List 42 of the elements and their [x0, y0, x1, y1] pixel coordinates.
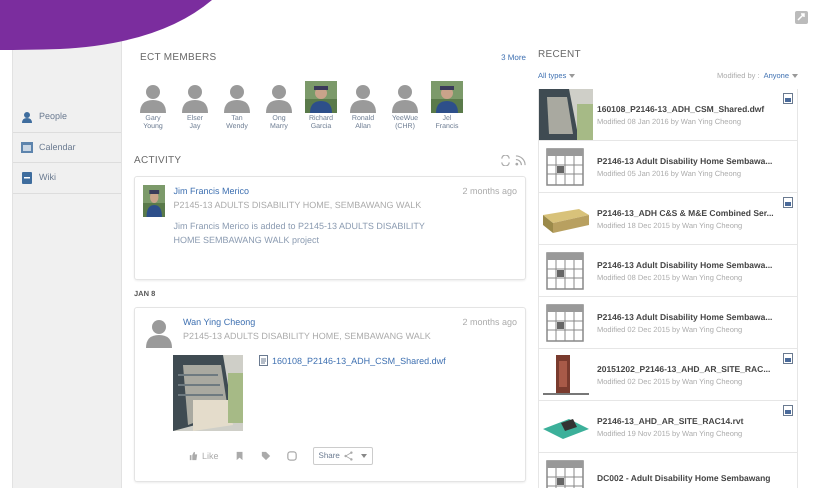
section-title: ACTIVITY [134, 154, 182, 168]
person-icon [21, 110, 33, 123]
rss-icon[interactable] [515, 155, 526, 166]
refresh-icon[interactable] [500, 155, 511, 166]
author-link[interactable]: Wan Ying Cheong [183, 316, 256, 330]
tag-icon[interactable] [260, 451, 271, 462]
section-title: ECT MEMBERS [139, 51, 216, 65]
file-name: P2146-13 Adult Disability Home Sembawa... [597, 154, 772, 168]
activity-text: Jim Francis Merico is added to P2145-13 ADULTS DISABILITY HOME SEMBAWANG WALK project [173, 220, 426, 247]
sidebar-item-label: People [39, 110, 68, 123]
timestamp: 2 months ago [462, 316, 517, 330]
sidebar-item[interactable]: Calendar [13, 132, 121, 163]
file-icon [259, 355, 268, 366]
more-link[interactable]: 3 More [501, 52, 526, 64]
book-icon [21, 172, 33, 184]
sidebar-item-label: Calendar [39, 140, 76, 154]
project-name: P2145-13 ADULTS DISABILITY HOME, SEMBAWANG WALK [173, 198, 422, 212]
file-name: P2146-13 Adult Disability Home Sembawa... [597, 310, 772, 324]
calendar-icon [21, 141, 33, 154]
bookmark-icon[interactable] [234, 451, 245, 462]
file-name: 20151202_P2146-13_AHD_AR_SITE_RAC... [597, 362, 770, 376]
sidebar-item[interactable]: People [13, 102, 121, 132]
recent-item[interactable]: DC002 - Adult Disability Home Sembawang [538, 453, 798, 488]
caret-icon [360, 454, 367, 458]
file-name: P2146-13 Adult Disability Home Sembawa... [597, 258, 772, 272]
file-name: DC002 - Adult Disability Home Sembawang [597, 472, 770, 486]
file-name: P2146-13_ADH C&S & M&E Combined Ser... [597, 206, 774, 220]
sidebar-item[interactable]: Wiki [13, 163, 121, 194]
timestamp: 2 months ago [462, 185, 517, 198]
caret-icon [569, 74, 576, 78]
file-name: P2146-13_AHD_AR_SITE_RAC14.rvt [597, 414, 744, 428]
caret-icon [792, 74, 798, 78]
file-link[interactable]: 160108_P2146-13_ADH_CSM_Shared.dwf [259, 355, 446, 432]
share-button[interactable]: Share [312, 447, 373, 466]
project-name: P2145-13 ADULTS DISABILITY HOME, SEMBAWANG WALK [183, 330, 432, 343]
share-icon [344, 451, 353, 462]
sidebar-item-label: Wiki [39, 171, 56, 184]
thumbs-up-icon [189, 451, 198, 462]
section-title: RECENT [538, 48, 582, 62]
settings-icon[interactable] [795, 11, 808, 24]
author-link[interactable]: Jim Francis Merico [173, 185, 249, 199]
file-name: 160108_P2146-13_ADH_CSM_Shared.dwf [597, 102, 764, 116]
